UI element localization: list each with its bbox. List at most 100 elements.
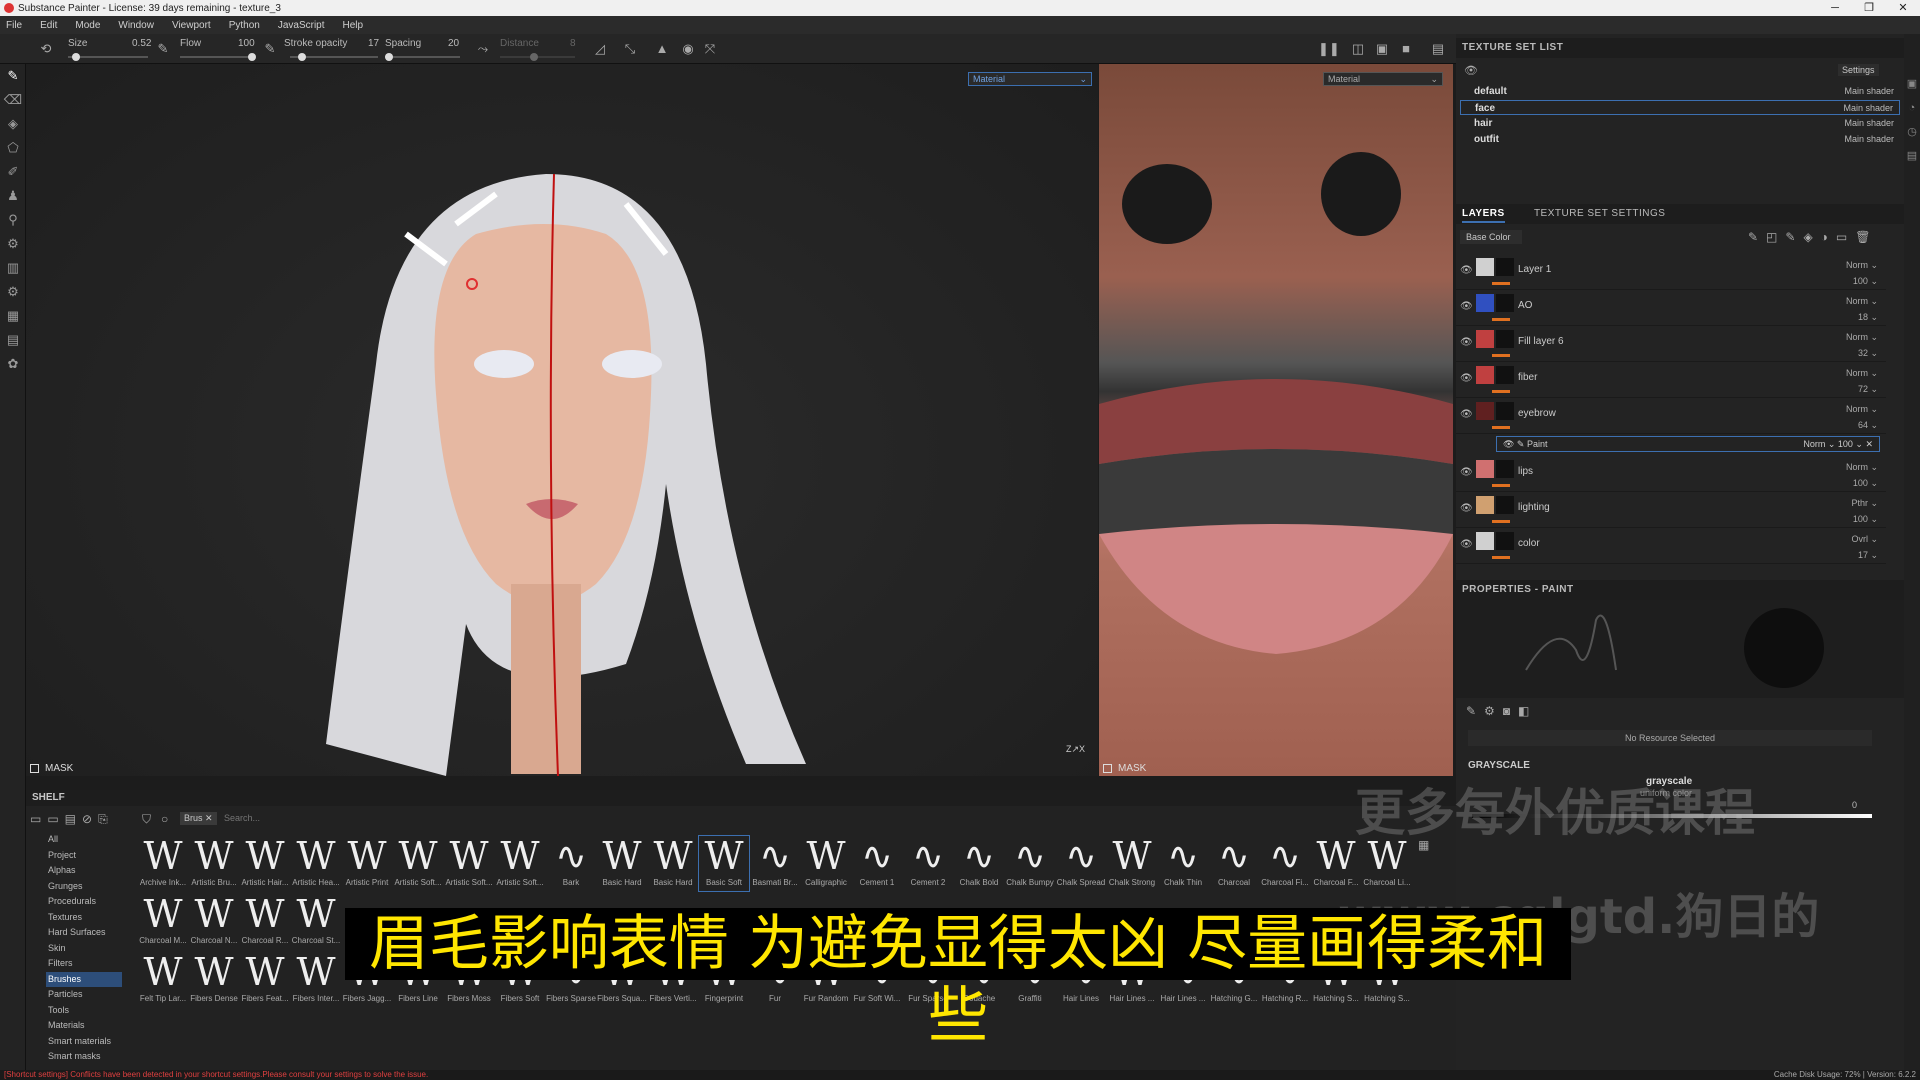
layer-row[interactable]: 👁 AO Norm ⌄ 18 ⌄ <box>1456 290 1886 326</box>
filter-icon[interactable]: ⛉ <box>142 812 151 827</box>
brush-item[interactable]: W Fibers Inter... <box>291 952 341 1007</box>
brush-item[interactable]: ∿ Charcoal <box>1209 836 1259 891</box>
flow-pressure-icon[interactable]: ✎ <box>262 41 278 57</box>
shelf-category[interactable]: Skin <box>46 941 122 956</box>
layer-row[interactable]: 👁 color Ovrl ⌄ 17 ⌄ <box>1456 528 1886 564</box>
brush-item[interactable]: W Artistic Soft... <box>495 836 545 891</box>
shelf-category[interactable]: Grunges <box>46 879 122 894</box>
shelf-category[interactable]: Textures <box>46 910 122 925</box>
photoshop-icon[interactable]: ▦ <box>0 304 26 328</box>
brush-item[interactable]: W Felt Tip Lar... <box>138 952 188 1007</box>
size-slider[interactable] <box>68 53 148 61</box>
menu-window[interactable]: Window <box>118 20 154 31</box>
screenshot-icon[interactable]: ▤ <box>1430 41 1446 57</box>
paint-brush-icon[interactable]: ✎ <box>0 64 26 88</box>
shelf-search-input[interactable] <box>224 810 444 826</box>
brush-item[interactable]: W Basic Soft <box>698 835 750 892</box>
shelf-category[interactable]: Smart masks <box>46 1049 122 1064</box>
layer-visibility-icon[interactable]: 👁 <box>1460 467 1473 478</box>
polygon-fill-icon[interactable]: ⬠ <box>0 136 26 160</box>
tab-texture-set-settings[interactable]: TEXTURE SET SETTINGS <box>1534 208 1666 219</box>
camera-icon[interactable]: ▣ <box>1374 41 1390 57</box>
split-view-icon[interactable]: ◫ <box>1350 41 1366 57</box>
settings-dropdown[interactable]: Settings <box>1838 64 1879 76</box>
brush-item[interactable]: ∿ Chalk Thin <box>1158 836 1208 891</box>
stroke-opacity-slider[interactable] <box>290 53 378 61</box>
menu-mode[interactable]: Mode <box>75 20 100 31</box>
layer-blend[interactable]: Ovrl ⌄ 17 ⌄ <box>1851 531 1878 563</box>
shelf-category[interactable]: Brushes <box>46 971 122 987</box>
shelf-tools-icons[interactable]: ▭▭▤⊘⎘ <box>30 812 114 827</box>
layer-visibility-icon[interactable]: 👁 <box>1460 503 1473 514</box>
layer-name[interactable]: lighting <box>1518 502 1550 513</box>
layer-visibility-icon[interactable]: 👁 <box>1460 301 1473 312</box>
brush-item[interactable]: W Charcoal M... <box>138 894 188 949</box>
brush-item[interactable]: W Artistic Print <box>342 836 392 891</box>
shelf-category[interactable]: All <box>46 832 122 847</box>
brush-item[interactable]: W Artistic Bru... <box>189 836 239 891</box>
symmetry-mirror-icon[interactable]: ▲ <box>654 41 670 57</box>
property-tabs-icons[interactable]: ✎⚙◙◧ <box>1466 704 1537 718</box>
smudge-icon[interactable]: ✐ <box>0 160 26 184</box>
export-icon[interactable]: ▤ <box>0 328 26 352</box>
mask-toggle-3d[interactable]: MASK <box>30 763 73 774</box>
layer-row[interactable]: 👁 Fill layer 6 Norm ⌄ 32 ⌄ <box>1456 326 1886 362</box>
texture-set-hair[interactable]: hair Main shader <box>1460 116 1900 131</box>
layer-row[interactable]: 👁 lips Norm ⌄ 100 ⌄ <box>1456 456 1886 492</box>
lazy-mouse-icon[interactable]: ⤳ <box>475 41 491 57</box>
symmetry-icon[interactable]: ⟲ <box>38 41 54 57</box>
brush-item[interactable]: ∿ Charcoal Fi... <box>1260 836 1310 891</box>
layer-row[interactable]: 👁 lighting Pthr ⌄ 100 ⌄ <box>1456 492 1886 528</box>
filter-tag[interactable]: Brus ✕ <box>180 812 217 825</box>
brush-item[interactable]: W Archive Ink... <box>138 836 188 891</box>
video-icon[interactable]: ■ <box>1398 41 1414 57</box>
brush-item[interactable]: W Charcoal St... <box>291 894 341 949</box>
brush-item[interactable]: W Artistic Hea... <box>291 836 341 891</box>
layer-visibility-icon[interactable]: 👁 <box>1460 409 1473 420</box>
brush-item[interactable]: W Artistic Soft... <box>444 836 494 891</box>
brush-item[interactable]: W Calligraphic <box>801 836 851 891</box>
shelf-category[interactable]: Procedurals <box>46 894 122 909</box>
brush-item[interactable]: ∿ Chalk Spread <box>1056 836 1106 891</box>
shelf-category[interactable]: Particles <box>46 987 122 1002</box>
layer-visibility-icon[interactable]: 👁 <box>1460 539 1473 550</box>
shelf-category[interactable]: Filters <box>46 956 122 971</box>
layer-name[interactable]: eyebrow <box>1518 408 1556 419</box>
flow-slider[interactable] <box>180 53 256 61</box>
brush-item[interactable]: ∿ Basmati Br... <box>750 836 800 891</box>
brush-item[interactable]: W Basic Hard <box>597 836 647 891</box>
brush-item[interactable]: W Basic Hard <box>648 836 698 891</box>
spacing-slider[interactable] <box>385 53 460 61</box>
plugin-icon[interactable]: ✿ <box>0 352 26 376</box>
brush-item[interactable]: ∿ Cement 2 <box>903 836 953 891</box>
brush-item[interactable]: W Charcoal R... <box>240 894 290 949</box>
shelf-category[interactable]: Hard Surfaces <box>46 925 122 940</box>
brush-item[interactable]: ∿ Chalk Bumpy <box>1005 836 1055 891</box>
spacing-value[interactable]: 20 <box>448 38 459 49</box>
viewport-3d[interactable]: Material ⌄ Z↗X MASK <box>26 64 1098 776</box>
pause-icon[interactable]: ❚❚ <box>1318 41 1340 57</box>
layer-blend[interactable]: Norm ⌄ 72 ⌄ <box>1846 365 1878 397</box>
minimize-icon[interactable]: ─ <box>1818 0 1852 16</box>
shelf-category[interactable]: Alphas <box>46 863 122 878</box>
menu-help[interactable]: Help <box>343 20 364 31</box>
size-value[interactable]: 0.52 <box>132 38 151 49</box>
distance-slider[interactable] <box>500 53 575 61</box>
projection-icon[interactable]: ◈ <box>0 112 26 136</box>
texture-set-outfit[interactable]: outfit Main shader <box>1460 132 1900 147</box>
menu-javascript[interactable]: JavaScript <box>278 20 325 31</box>
color-picker-icon[interactable]: ⚲ <box>0 208 26 232</box>
brush-item[interactable]: W Artistic Hair... <box>240 836 290 891</box>
flow-value[interactable]: 100 <box>238 38 255 49</box>
layer-tools-icons[interactable]: ✎◰✎◈◑▭🗑 <box>1748 230 1879 244</box>
distance-value[interactable]: 8 <box>570 38 576 49</box>
brush-item[interactable]: W Artistic Soft... <box>393 836 443 891</box>
close-icon[interactable]: ✕ <box>1886 0 1920 16</box>
brush-item[interactable]: W Chalk Strong <box>1107 836 1157 891</box>
maximize-icon[interactable]: ❐ <box>1852 0 1886 16</box>
brush-item[interactable]: W Charcoal N... <box>189 894 239 949</box>
layer-blend[interactable]: Norm ⌄ 64 ⌄ <box>1846 401 1878 433</box>
layer-blend[interactable]: Norm ⌄ 100 ⌄ <box>1846 257 1878 289</box>
layer-visibility-icon[interactable]: 👁 <box>1460 337 1473 348</box>
shelf-category[interactable]: Materials <box>46 1018 122 1033</box>
